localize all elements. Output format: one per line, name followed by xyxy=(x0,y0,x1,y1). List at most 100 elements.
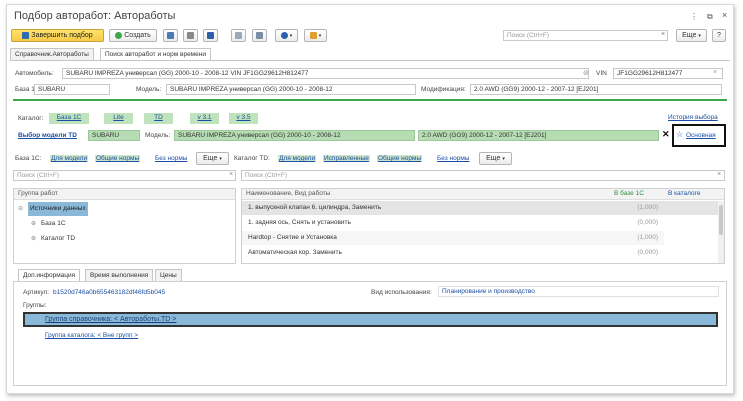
mod-label: Модификация: xyxy=(421,86,466,93)
work-search-input[interactable]: Поиск (Ctrl+F) xyxy=(241,170,725,181)
finish-label: Завершить подбор xyxy=(31,32,93,39)
group-link-catalog[interactable]: Группа справочника: < Автоработы.TD > xyxy=(45,316,176,323)
tree-item-sources[interactable]: Источники данных xyxy=(28,202,88,216)
print-button[interactable] xyxy=(252,29,267,42)
filter-base-model[interactable]: Для модели xyxy=(50,155,89,162)
create-label: Создать xyxy=(124,32,151,39)
tree-item-base1c[interactable]: База 1С xyxy=(41,217,66,231)
group-search-input[interactable]: Поиск (Ctrl+F) xyxy=(13,170,236,181)
auto-label: Автомобиль: xyxy=(15,70,54,77)
table-cell-cat xyxy=(664,201,718,215)
expand-icon[interactable]: ⊕ xyxy=(31,220,36,227)
vin-clear-icon[interactable]: × xyxy=(713,69,717,76)
list-icon xyxy=(207,32,214,39)
list-button[interactable] xyxy=(203,29,218,42)
group-search-placeholder: Поиск (Ctrl+F) xyxy=(17,172,60,179)
copy-button[interactable] xyxy=(163,29,178,42)
search-placeholder: Поиск (Ctrl+F) xyxy=(507,32,550,39)
chevron-down-icon: ▾ xyxy=(502,155,505,162)
select-td-model-link[interactable]: Выбор модели TD xyxy=(18,132,77,139)
tab-catalog[interactable]: Справочник.Автоработы xyxy=(10,48,94,60)
catalog-td[interactable]: TD xyxy=(144,113,173,124)
maximize-icon[interactable]: ⧉ xyxy=(707,12,713,22)
filter-base-more[interactable]: Еще ▾ xyxy=(196,152,229,165)
td-brand-field[interactable]: SUBARU xyxy=(88,130,140,141)
actions-icon xyxy=(309,32,317,39)
more-label: Еще xyxy=(682,32,697,39)
scrollbar[interactable] xyxy=(718,201,724,263)
col-name[interactable]: Наименование, Вид работы xyxy=(242,189,610,200)
vin-label: VIN xyxy=(596,70,607,77)
history-link[interactable]: История выбора xyxy=(668,114,718,121)
catalog-v31[interactable]: v 3.1 xyxy=(190,113,219,124)
group-tree-header: Группа работ xyxy=(14,189,235,200)
green-divider xyxy=(13,99,727,101)
model-label: Модель: xyxy=(136,86,162,93)
td-mod-field[interactable]: 2.0 AWD (GG9) 2000-12 - 2007-12 [EJ201] xyxy=(418,130,659,141)
usage-label: Вид использования: xyxy=(371,289,432,296)
tab-divider xyxy=(10,60,730,61)
table-row[interactable]: 1. задняя ось, Снять и установить xyxy=(242,216,610,230)
tab-extra-info[interactable]: Доп.информация xyxy=(18,269,81,281)
catalog-v35[interactable]: v 3.5 xyxy=(229,113,258,124)
group-link-td[interactable]: Группа каталога: < Вне групп > xyxy=(45,332,138,339)
groups-label: Группы: xyxy=(23,302,47,309)
filter-cat-nonorm[interactable]: Без нормы xyxy=(437,155,469,162)
clear-td-icon[interactable]: ✕ xyxy=(662,129,670,140)
close-icon[interactable]: × xyxy=(722,10,727,20)
catalog-lite[interactable]: Lite xyxy=(104,113,133,124)
tab-search[interactable]: Поиск авторабот и норм времени xyxy=(100,48,211,60)
filter-base-common[interactable]: Общие нормы xyxy=(95,155,141,162)
filter-base-nonorm[interactable]: Без нормы xyxy=(155,155,187,162)
report-button[interactable] xyxy=(231,29,246,42)
catalog-base1c[interactable]: База 1С xyxy=(49,113,89,124)
table-row[interactable]: 1. выпускной клапан 6. цилиндра, Заменит… xyxy=(242,201,610,215)
group-search-clear-icon[interactable]: × xyxy=(229,171,233,178)
scrollbar-thumb[interactable] xyxy=(719,205,723,235)
collapse-icon[interactable]: ⊖ xyxy=(18,205,23,212)
finish-selection-button[interactable]: Завершить подбор xyxy=(11,29,104,42)
status-dropdown[interactable]: ▾ xyxy=(275,29,298,42)
menu-icon[interactable]: ⋮ xyxy=(690,12,698,21)
attach-icon xyxy=(187,32,194,39)
col-cat[interactable]: В каталоге xyxy=(664,189,724,200)
table-row[interactable]: Автоматическая кор. Заменить xyxy=(242,246,610,260)
print-icon xyxy=(256,32,263,39)
expand-icon[interactable]: ⊕ xyxy=(31,235,36,242)
filter-base-label: База 1С: xyxy=(15,155,42,162)
vin-field[interactable]: JF1GG29612H812477 xyxy=(613,68,723,79)
main-window: Подбор авторабот: Автоработы ⋮ ⧉ × Завер… xyxy=(6,4,734,394)
table-cell-base: (1,000) xyxy=(610,231,664,245)
star-icon[interactable]: ☆ xyxy=(676,130,683,139)
more-button[interactable]: Еще ▾ xyxy=(676,29,707,42)
article-value: b1520d746a0b655463182df46fd5b045 xyxy=(53,289,166,296)
auto-field[interactable]: SUBARU IMPREZA универсал (GG) 2000-10 - … xyxy=(62,68,589,79)
search-input[interactable]: Поиск (Ctrl+F) xyxy=(503,30,668,41)
group-row-selected[interactable]: Группа справочника: < Автоработы.TD > xyxy=(23,312,718,327)
col-base[interactable]: В базе 1С xyxy=(610,189,664,200)
filter-cat-fixed[interactable]: Исправленные xyxy=(323,155,370,162)
create-button[interactable]: Создать xyxy=(109,29,157,42)
catalog-label: Каталог: xyxy=(18,115,44,122)
work-search-clear-icon[interactable]: × xyxy=(717,171,721,178)
tree-item-td[interactable]: Каталог TD xyxy=(41,232,75,246)
actions-dropdown[interactable]: ▾ xyxy=(304,29,327,42)
td-model-field[interactable]: SUBARU IMPREZA универсал (GG) 2000-10 - … xyxy=(174,130,415,141)
help-button[interactable]: ? xyxy=(712,29,726,42)
mod-field: 2.0 AWD (GG9) 2000-12 - 2007-12 [EJ201] xyxy=(470,84,722,95)
search-clear-icon[interactable]: × xyxy=(661,31,665,38)
filter-cat-common[interactable]: Общие нормы xyxy=(377,155,423,162)
plus-icon xyxy=(115,32,123,39)
group-tree: Группа работ ⊖ Источники данных ⊕ База 1… xyxy=(13,188,236,264)
filter-cat-more[interactable]: Еще ▾ xyxy=(479,152,512,165)
finish-icon xyxy=(22,32,30,39)
main-link[interactable]: Основная xyxy=(686,132,716,139)
link-icon[interactable]: ⊘ xyxy=(583,69,589,77)
filter-cat-model[interactable]: Для модели xyxy=(278,155,317,162)
table-cell-base: (0,000) xyxy=(637,219,658,226)
table-row[interactable]: Hardtop - Снятие и Установка xyxy=(242,231,610,245)
usage-value: Планирование и производство xyxy=(442,288,535,295)
attach-button[interactable] xyxy=(183,29,198,42)
tab-prices[interactable]: Цены xyxy=(155,269,182,281)
tab-exec-time[interactable]: Время выполнения xyxy=(85,269,154,281)
